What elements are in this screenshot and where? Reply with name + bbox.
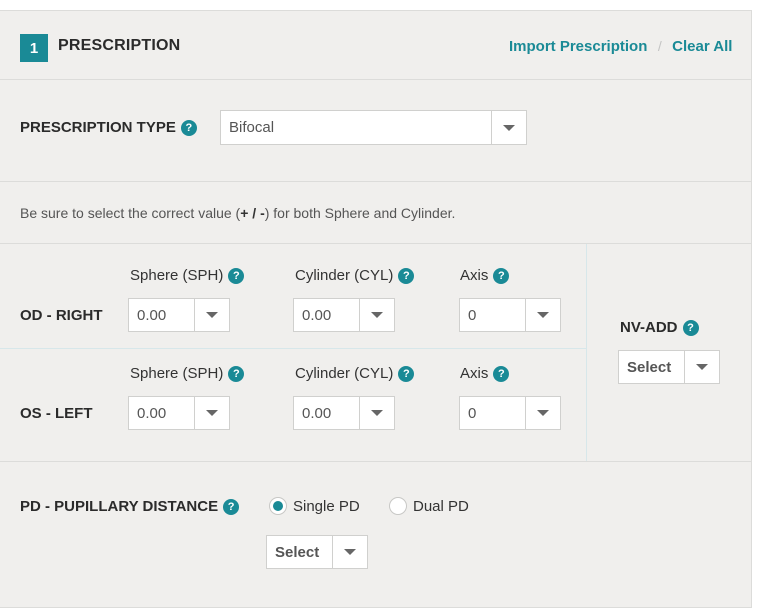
help-icon[interactable]: ? [398,366,415,383]
help-icon[interactable]: ? [228,366,245,383]
cylinder-header-text: Cylinder (CYL) [295,365,394,382]
nv-add-label: NV-ADD? [620,319,699,337]
chevron-down-icon [332,536,367,568]
step-number-badge: 1 [20,34,48,62]
os-axis-header: Axis? [460,365,510,383]
help-icon[interactable]: ? [228,268,245,285]
chevron-down-icon [525,299,560,331]
os-left-label: OS - LEFT [20,405,93,422]
divider [0,461,751,462]
single-pd-label: Single PD [293,497,360,515]
chevron-down-icon [194,299,229,331]
nv-add-value: Select [627,358,672,376]
single-pd-option[interactable]: Single PD [269,497,360,515]
os-axis-select[interactable]: 0 [459,396,561,430]
chevron-down-icon [525,397,560,429]
note-prefix: Be sure to select the correct value ( [20,205,241,221]
step-number: 1 [29,39,39,57]
od-cylinder-select[interactable]: 0.00 [293,298,395,332]
note-suffix: ) for both Sphere and Cylinder. [264,205,456,221]
note-plus-minus: + / - [240,205,265,221]
header-actions: Import Prescription / Clear All [509,38,732,56]
help-icon[interactable]: ? [180,120,197,137]
pd-text: PD - PUPILLARY DISTANCE [20,498,219,515]
chevron-down-icon [359,299,394,331]
os-sphere-value: 0.00 [137,404,167,422]
help-icon[interactable]: ? [223,499,240,516]
sphere-header-text: Sphere (SPH) [130,267,224,284]
od-axis-header: Axis? [460,267,510,285]
clear-all-link[interactable]: Clear All [672,38,732,55]
prescription-panel: 1 PRESCRIPTION Import Prescription / Cle… [0,10,752,608]
prescription-type-select[interactable]: Bifocal [220,110,527,145]
divider [0,79,751,80]
help-icon[interactable]: ? [493,268,510,285]
chevron-down-icon [491,111,526,144]
column-divider [586,244,587,461]
chevron-down-icon [359,397,394,429]
os-axis-value: 0 [468,404,477,422]
os-cylinder-header: Cylinder (CYL)? [295,365,415,383]
link-separator: / [657,38,662,54]
od-cylinder-value: 0.00 [302,306,332,324]
axis-header-text: Axis [460,267,489,284]
nv-add-select[interactable]: Select [618,350,720,384]
nv-add-text: NV-ADD [620,319,678,336]
prescription-type-label: PRESCRIPTION TYPE? [20,119,197,137]
chevron-down-icon [684,351,719,383]
divider [0,243,751,244]
cylinder-header-text: Cylinder (CYL) [295,267,394,284]
single-pd-radio[interactable] [269,497,287,515]
os-sphere-header: Sphere (SPH)? [130,365,245,383]
sphere-header-text: Sphere (SPH) [130,365,224,382]
od-sphere-value: 0.00 [137,306,167,324]
help-icon[interactable]: ? [398,268,415,285]
prescription-type-text: PRESCRIPTION TYPE [20,119,176,136]
od-right-label: OD - RIGHT [20,307,103,324]
os-cylinder-select[interactable]: 0.00 [293,396,395,430]
dual-pd-label: Dual PD [413,497,469,515]
dual-pd-radio[interactable] [389,497,407,515]
os-sphere-select[interactable]: 0.00 [128,396,230,430]
prescription-type-value: Bifocal [229,119,275,136]
help-icon[interactable]: ? [493,366,510,383]
section-title: PRESCRIPTION [58,37,181,54]
help-icon[interactable]: ? [682,320,699,337]
pd-select[interactable]: Select [266,535,368,569]
divider [0,181,751,182]
pd-value: Select [275,543,320,561]
od-cylinder-header: Cylinder (CYL)? [295,267,415,285]
row-divider [0,348,586,349]
sign-note: Be sure to select the correct value (+ /… [20,205,455,221]
os-cylinder-value: 0.00 [302,404,332,422]
pd-label: PD - PUPILLARY DISTANCE? [20,498,240,516]
od-sphere-select[interactable]: 0.00 [128,298,230,332]
import-prescription-link[interactable]: Import Prescription [509,38,647,55]
chevron-down-icon [194,397,229,429]
axis-header-text: Axis [460,365,489,382]
od-axis-select[interactable]: 0 [459,298,561,332]
od-sphere-header: Sphere (SPH)? [130,267,245,285]
od-axis-value: 0 [468,306,477,324]
dual-pd-option[interactable]: Dual PD [389,497,469,515]
